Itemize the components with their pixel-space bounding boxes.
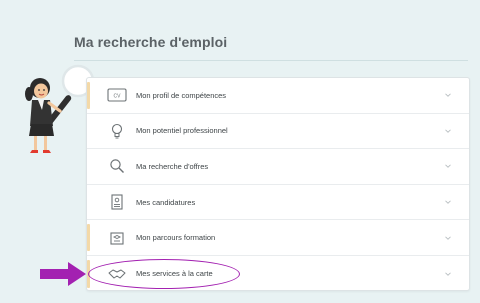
id-card-icon: CV xyxy=(106,84,128,106)
menu-item-label: Mes services à la carte xyxy=(136,269,213,279)
chevron-down-icon xyxy=(445,93,451,98)
lightbulb-icon xyxy=(106,120,128,142)
page: Ma recherche d'emploi CV Mon profil de c… xyxy=(0,0,480,303)
accent-bar xyxy=(87,224,90,251)
graduation-icon xyxy=(106,227,128,249)
page-title: Ma recherche d'emploi xyxy=(74,34,228,50)
menu-card: CV Mon profil de compétences Mon potenti… xyxy=(86,77,470,291)
accent-bar xyxy=(87,82,90,109)
menu-item-label: Ma recherche d'offres xyxy=(136,161,209,171)
menu-item-services-carte[interactable]: Mes services à la carte xyxy=(87,256,469,292)
magnifier-icon xyxy=(106,155,128,177)
menu-item-profil-competences[interactable]: CV Mon profil de compétences xyxy=(87,78,469,114)
chevron-down-icon xyxy=(445,129,451,133)
menu-item-potentiel-professionnel[interactable]: Mon potentiel professionnel xyxy=(87,114,469,150)
menu-item-label: Mon parcours formation xyxy=(136,233,216,243)
menu-item-parcours-formation[interactable]: Mon parcours formation xyxy=(87,220,469,256)
chevron-down-icon xyxy=(445,164,451,169)
svg-text:CV: CV xyxy=(114,94,122,100)
chevron-down-icon xyxy=(445,272,451,276)
title-divider xyxy=(74,60,468,61)
chevron-down-icon xyxy=(445,200,451,204)
chevron-down-icon xyxy=(445,236,451,240)
document-icon xyxy=(106,191,128,213)
arrow-right-icon xyxy=(40,262,86,286)
menu-item-recherche-offres[interactable]: Ma recherche d'offres xyxy=(87,149,469,185)
menu-item-label: Mon profil de compétences xyxy=(136,90,227,100)
menu-item-candidatures[interactable]: Mes candidatures xyxy=(87,185,469,221)
menu-item-label: Mon potentiel professionnel xyxy=(136,126,228,136)
menu-item-label: Mes candidatures xyxy=(136,197,196,207)
handshake-icon xyxy=(106,263,128,285)
